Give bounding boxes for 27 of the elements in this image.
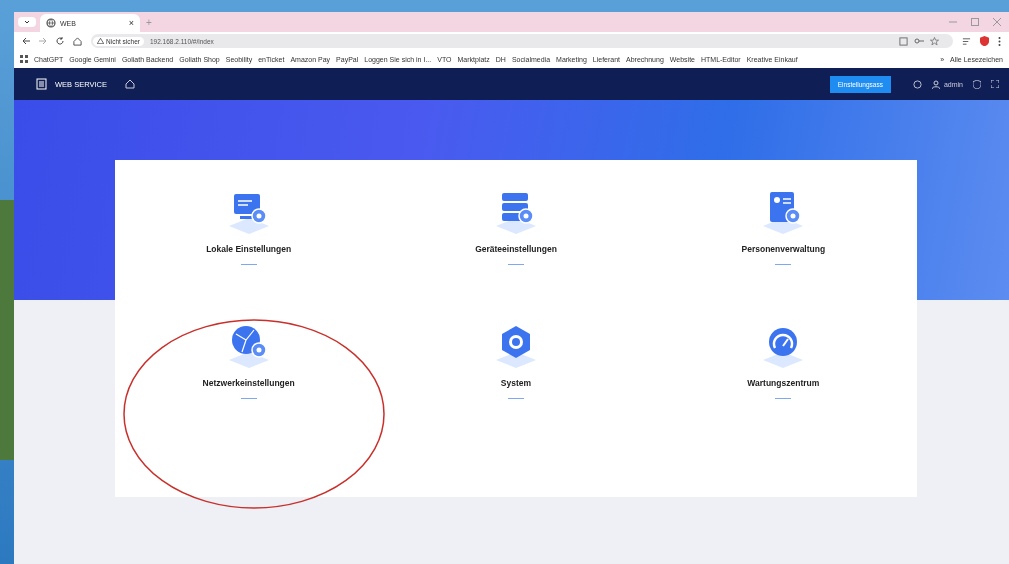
globe-icon [46, 18, 56, 28]
tile-label: Lokale Einstellungen [206, 244, 292, 254]
apps-icon[interactable] [20, 55, 28, 63]
menu-tile[interactable]: System [382, 323, 650, 457]
tile-label: Geräteeinstellungen [475, 244, 557, 254]
menu-tile[interactable]: Personenverwaltung [649, 190, 917, 324]
warning-icon [97, 38, 104, 44]
menu-tile[interactable]: Lokale Einstellungen [115, 190, 383, 324]
tab-close-button[interactable]: × [128, 18, 134, 28]
menu-tile[interactable]: Netzwerkeinstellungen [115, 323, 383, 457]
user-icon [931, 79, 940, 89]
key-icon[interactable] [914, 37, 924, 45]
menu-tile[interactable]: Geräteeinstellungen [382, 190, 650, 324]
reload-icon[interactable] [56, 37, 64, 45]
shield-icon[interactable] [980, 36, 989, 46]
fullscreen-icon[interactable] [991, 80, 999, 88]
menu-tile[interactable]: Wartungszentrum [649, 323, 917, 457]
building-icon [36, 78, 47, 90]
back-icon[interactable] [22, 37, 30, 45]
tile-label: Wartungszentrum [747, 377, 820, 388]
shield-icon[interactable] [973, 79, 981, 89]
media-icon[interactable] [962, 36, 971, 46]
tile-label: System [500, 377, 532, 388]
tile-label: Netzwerkeinstellungen [202, 377, 295, 388]
tile-label: Personenverwaltung [741, 244, 826, 254]
star-icon[interactable] [930, 36, 939, 46]
menu-icon[interactable] [998, 36, 1001, 46]
